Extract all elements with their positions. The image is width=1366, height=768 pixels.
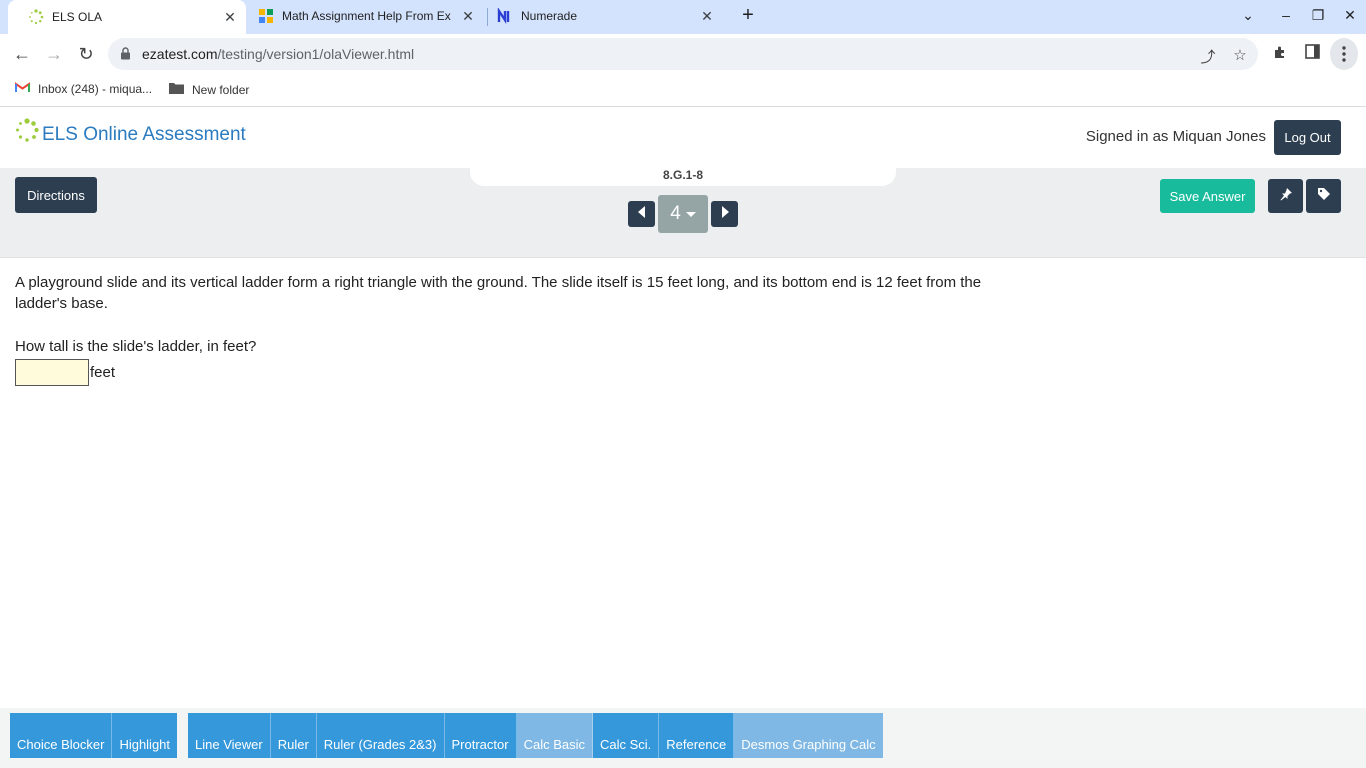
- bookmark-inbox[interactable]: Inbox (248) - miqua...: [15, 82, 152, 96]
- standard-label: 8.G.1-8: [470, 168, 896, 186]
- lock-icon: [120, 47, 131, 65]
- share-icon[interactable]: ⤴: [1199, 46, 1217, 66]
- folder-icon: [169, 82, 184, 97]
- tools-bar: Choice Blocker Highlight Line Viewer Ruler…: [0, 708, 1366, 768]
- question-number: 4: [670, 203, 681, 224]
- bookmark-label: Inbox (248) - miqua...: [38, 82, 153, 96]
- url-host: ezatest.com: [142, 46, 218, 62]
- save-answer-button[interactable]: Save Answer: [1160, 179, 1255, 213]
- logout-button[interactable]: Log Out: [1274, 120, 1341, 155]
- tool-group-1: Choice Blocker Highlight: [10, 713, 178, 758]
- browser-tab-strip: ELS OLA ✕ Math Assignment Help From Ex ✕…: [0, 0, 1366, 34]
- tab-separator: [487, 8, 488, 26]
- tool-protractor[interactable]: Protractor: [444, 713, 517, 758]
- tool-reference[interactable]: Reference: [659, 713, 735, 758]
- tab-search-icon[interactable]: ⌄: [1238, 7, 1258, 24]
- tab-title: Math Assignment Help From Ex: [282, 9, 451, 23]
- tab-els-ola[interactable]: ELS OLA ✕: [8, 0, 246, 34]
- tool-desmos-graphing-calc[interactable]: Desmos Graphing Calc: [734, 713, 883, 758]
- tool-calc-basic[interactable]: Calc Basic: [516, 713, 593, 758]
- tab-title: Numerade: [521, 9, 578, 23]
- directions-button[interactable]: Directions: [15, 177, 97, 213]
- minimize-icon[interactable]: –: [1276, 7, 1296, 23]
- question-content: A playground slide and its vertical ladd…: [15, 272, 1035, 386]
- tool-group-2: Line Viewer Ruler Ruler (Grades 2&3) Protra…: [188, 713, 883, 758]
- browser-toolbar: ← → ↻ ezatest.com/testing/version1/olaVi…: [0, 34, 1366, 74]
- back-icon[interactable]: ←: [11, 43, 33, 65]
- bookmark-new-folder[interactable]: New folder: [169, 82, 249, 97]
- close-window-icon[interactable]: ✕: [1340, 7, 1360, 24]
- pin-icon: [1279, 187, 1293, 206]
- url-text: ezatest.com/testing/version1/olaViewer.h…: [142, 46, 414, 62]
- restore-icon[interactable]: ❐: [1308, 7, 1328, 24]
- tab-numerade[interactable]: Numerade ✕: [489, 0, 723, 32]
- url-path: /testing/version1/olaViewer.html: [217, 46, 415, 62]
- question-prompt: A playground slide and its vertical ladd…: [15, 274, 982, 312]
- close-tab-icon[interactable]: ✕: [220, 9, 240, 26]
- app-logo: ELS Online Assessment: [14, 118, 246, 151]
- tag-button[interactable]: [1306, 179, 1341, 213]
- els-logo-icon: [14, 118, 40, 151]
- tool-line-viewer[interactable]: Line Viewer: [188, 713, 271, 758]
- new-tab-icon[interactable]: +: [737, 5, 759, 27]
- extensions-icon[interactable]: [1270, 44, 1290, 64]
- close-tab-icon[interactable]: ✕: [458, 8, 478, 25]
- next-question-button[interactable]: [711, 201, 738, 227]
- tag-icon: [1317, 187, 1331, 206]
- caret-down-icon: [685, 211, 696, 217]
- tool-ruler[interactable]: Ruler: [270, 713, 317, 758]
- app-header: ELS Online Assessment Signed in as Miqua…: [0, 108, 1366, 168]
- signed-in-text: Signed in as Miquan Jones: [1085, 128, 1266, 145]
- question-ask: How tall is the slide's ladder, in feet?: [15, 338, 257, 355]
- tab-title: ELS OLA: [52, 10, 103, 24]
- bookmark-label: New folder: [192, 82, 250, 97]
- prev-question-button[interactable]: [628, 201, 655, 227]
- bookmark-star-icon[interactable]: ☆: [1231, 46, 1249, 64]
- gmail-icon: [15, 82, 30, 96]
- numerade-logo-icon: [497, 8, 513, 24]
- answer-row: feet: [15, 359, 1035, 386]
- answer-unit: feet: [90, 364, 116, 381]
- tool-highlight[interactable]: Highlight: [112, 713, 178, 758]
- address-bar[interactable]: ezatest.com/testing/version1/olaViewer.h…: [108, 38, 1258, 70]
- forward-icon[interactable]: →: [43, 43, 65, 65]
- tool-calc-sci[interactable]: Calc Sci.: [593, 713, 660, 758]
- grid-favicon-icon: [258, 8, 274, 24]
- close-tab-icon[interactable]: ✕: [697, 8, 717, 25]
- side-panel-icon[interactable]: [1302, 44, 1322, 64]
- caret-right-icon: [721, 205, 729, 223]
- els-spinner-icon: [28, 9, 44, 25]
- pin-button[interactable]: [1268, 179, 1303, 213]
- bookmarks-bar: Inbox (248) - miqua... New folder: [0, 74, 1366, 107]
- answer-input[interactable]: [15, 359, 89, 386]
- reload-icon[interactable]: ↻: [75, 43, 97, 65]
- tool-ruler-grades-2-3[interactable]: Ruler (Grades 2&3): [316, 713, 445, 758]
- tool-choice-blocker[interactable]: Choice Blocker: [10, 713, 113, 758]
- app-title: ELS Online Assessment: [42, 123, 246, 145]
- question-nav-bar: 8.G.1-8 Directions 4 Save Answer: [0, 168, 1366, 258]
- tab-math-assignment[interactable]: Math Assignment Help From Ex ✕: [250, 0, 484, 32]
- question-number-dropdown[interactable]: 4: [658, 195, 708, 233]
- caret-left-icon: [637, 205, 646, 223]
- menu-kebab-icon[interactable]: [1330, 38, 1358, 70]
